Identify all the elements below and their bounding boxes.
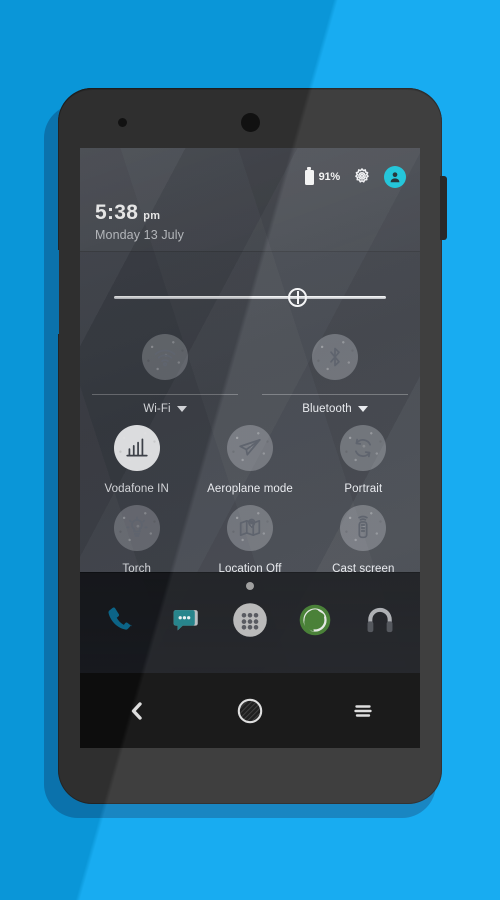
flashlight-icon[interactable] — [113, 505, 160, 551]
dock-icon-row — [80, 599, 420, 641]
home-circle-icon[interactable] — [227, 688, 273, 734]
chevron-down-icon[interactable] — [357, 406, 368, 412]
airplane-icon[interactable] — [226, 425, 273, 471]
front-camera — [241, 113, 260, 132]
back-chevron-icon[interactable] — [114, 688, 160, 734]
location-map-icon[interactable] — [226, 505, 273, 551]
battery-percent-label: 91% — [318, 171, 341, 183]
tile-rotation[interactable]: Portrait — [307, 415, 420, 495]
tile-label: Aeroplane mode — [207, 483, 293, 495]
clock-date: Monday 13 July — [95, 228, 184, 242]
quick-settings-row: Wi-Fi Bluetooth — [80, 324, 420, 415]
navigation-bar — [80, 673, 420, 748]
wifi-icon[interactable] — [142, 334, 188, 380]
phone-handset-icon[interactable] — [99, 599, 141, 641]
wallpaper-background: 91% 5:38 pm Monday 13 July Wi-Fi Bluetoo… — [0, 0, 500, 900]
brightness-thumb-icon[interactable] — [288, 288, 308, 307]
tile-label: Bluetooth — [302, 403, 352, 415]
phone-screen: 91% 5:38 pm Monday 13 July Wi-Fi Bluetoo… — [80, 148, 420, 748]
cell-signal-icon[interactable] — [113, 425, 160, 471]
bluetooth-icon[interactable] — [312, 334, 358, 380]
tile-cast-screen[interactable]: Cast screen — [307, 495, 420, 575]
battery-status: 91% — [304, 167, 341, 185]
tile-torch[interactable]: Torch — [80, 495, 193, 575]
quick-settings-grid: Wi-Fi Bluetooth Vodafone IN Aeroplane mo… — [80, 324, 420, 575]
clock-meridiem: pm — [143, 210, 161, 222]
quick-settings-header: 91% 5:38 pm Monday 13 July — [80, 148, 420, 252]
tile-label-wrap: Portrait — [344, 483, 382, 495]
app-drawer-icon[interactable] — [229, 599, 271, 641]
brightness-track[interactable] — [114, 296, 386, 299]
quick-settings-row: Torch Location Off Cast screen — [80, 495, 420, 575]
globe-icon[interactable] — [294, 599, 336, 641]
gear-icon[interactable] — [351, 166, 373, 188]
clock-time: 5:38 — [95, 201, 139, 224]
power-button[interactable] — [440, 176, 447, 240]
tile-location[interactable]: Location Off — [193, 495, 306, 575]
tile-label: Vodafone IN — [104, 483, 169, 495]
favourites-dock — [80, 572, 420, 673]
page-indicator-dot — [246, 582, 254, 590]
recents-lines-icon[interactable] — [340, 688, 386, 734]
tile-label-wrap: Wi-Fi — [143, 403, 187, 415]
headphones-icon[interactable] — [359, 599, 401, 641]
tile-label-wrap: Aeroplane mode — [207, 483, 293, 495]
proximity-sensor — [118, 118, 127, 127]
tile-carrier[interactable]: Vodafone IN — [80, 415, 193, 495]
tile-aeroplane-mode[interactable]: Aeroplane mode — [193, 415, 306, 495]
chevron-down-icon[interactable] — [176, 406, 187, 412]
message-bubble-icon[interactable] — [164, 599, 206, 641]
tile-label: Portrait — [344, 483, 383, 495]
tile-label-wrap: Vodafone IN — [104, 483, 168, 495]
tile-divider — [91, 394, 239, 395]
tile-divider — [261, 394, 409, 395]
battery-icon — [304, 167, 314, 185]
user-avatar-icon[interactable] — [384, 166, 406, 188]
brightness-slider[interactable] — [80, 252, 420, 324]
status-icons-row: 91% — [304, 166, 406, 188]
clock-widget[interactable]: 5:38 pm Monday 13 July — [95, 202, 184, 242]
volume-button[interactable] — [52, 250, 59, 334]
tile-label: Wi-Fi — [143, 403, 171, 415]
quick-settings-row: Vodafone IN Aeroplane mode Portrait — [80, 415, 420, 495]
cast-remote-icon[interactable] — [340, 505, 387, 551]
tile-wifi[interactable]: Wi-Fi — [80, 324, 250, 415]
tile-bluetooth[interactable]: Bluetooth — [250, 324, 420, 415]
tile-label-wrap: Bluetooth — [302, 403, 368, 415]
rotate-icon[interactable] — [340, 425, 387, 471]
